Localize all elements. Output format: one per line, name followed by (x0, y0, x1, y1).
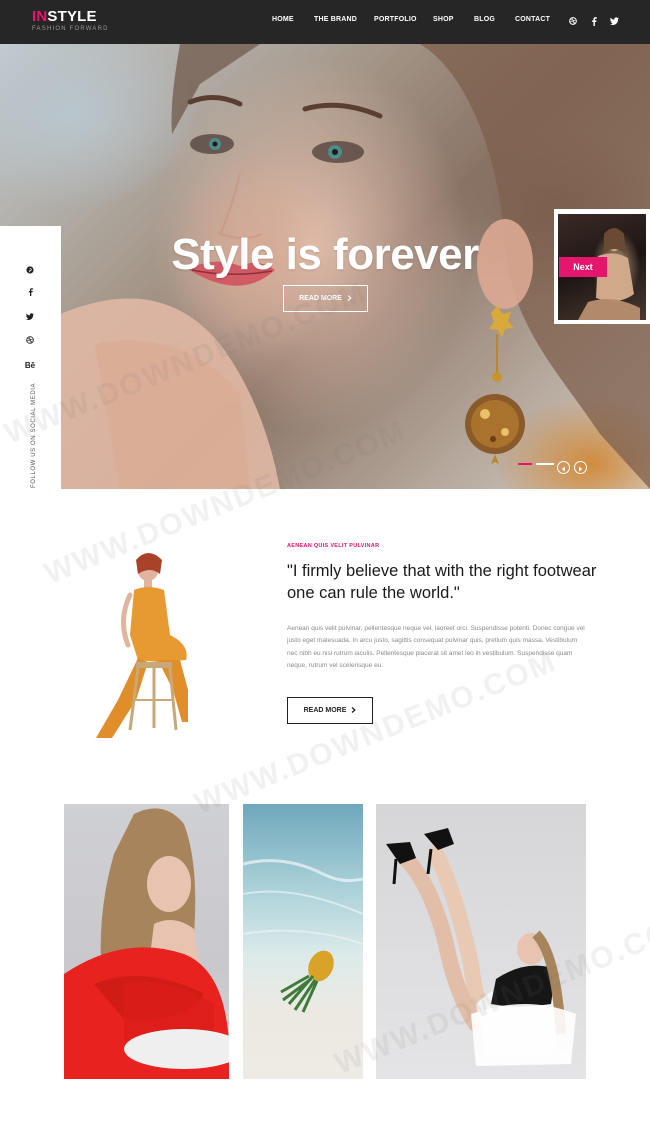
dribbble-icon[interactable] (568, 15, 578, 27)
slide-indicator (518, 463, 554, 465)
nav-portfolio[interactable]: PORTFOLIO (374, 16, 417, 23)
next-slide-label[interactable]: Next (559, 257, 607, 277)
hero-title: Style is forever (171, 230, 479, 279)
gallery-image-pineapple-beach[interactable] (243, 804, 363, 1079)
play-icon (578, 459, 583, 477)
next-slide-card[interactable]: Next (554, 209, 650, 324)
logo-tagline: FASHION FORWARD (32, 26, 109, 32)
section-eyebrow: AENEAN QUIS VELIT PULVINAR (287, 543, 380, 549)
about-read-more-label: READ MORE (303, 707, 347, 714)
nav-blog[interactable]: BLOG (474, 16, 495, 23)
hero-slider: Style is forever READ MORE Next (0, 44, 650, 489)
section-body: Aenean quis velit pulvinar, pellentesque… (287, 625, 585, 670)
slide-prev-button[interactable] (557, 461, 570, 474)
behance-icon[interactable]: Bē (24, 359, 36, 371)
facebook-icon[interactable] (24, 286, 36, 298)
gallery-image-white-chair[interactable] (376, 804, 586, 1079)
twitter-icon[interactable] (24, 310, 36, 322)
about-read-more-button[interactable]: READ MORE (287, 697, 373, 724)
model-photo (96, 553, 188, 738)
nav-contact[interactable]: CONTACT (515, 16, 550, 23)
logo-text: STYLE (47, 8, 97, 25)
nav-home[interactable]: HOME (272, 16, 294, 23)
follow-us-text: FOLLOW US ON SOCIAL MEDIA (31, 382, 37, 488)
section-quote: "I firmly believe that with the right fo… (287, 562, 597, 602)
gallery-image-red-sweater[interactable] (64, 804, 229, 1079)
dribbble-icon[interactable] (24, 334, 36, 346)
logo-accent: IN (32, 8, 48, 25)
twitter-icon[interactable] (609, 15, 619, 27)
facebook-icon[interactable] (589, 15, 599, 27)
chevron-right-icon (347, 294, 352, 303)
hero-read-more-button[interactable]: READ MORE (283, 285, 368, 312)
pinterest-icon[interactable] (24, 264, 36, 276)
site-header: INSTYLE FASHION FORWARD HOME THE BRAND P… (0, 0, 650, 44)
hero-read-more-label: READ MORE (299, 295, 342, 302)
logo[interactable]: INSTYLE (32, 9, 97, 25)
nav-shop[interactable]: SHOP (433, 16, 454, 23)
nav-the-brand[interactable]: THE BRAND (314, 16, 357, 23)
slide-next-button[interactable] (574, 461, 587, 474)
prev-icon (561, 459, 566, 477)
chevron-right-icon (351, 706, 357, 715)
